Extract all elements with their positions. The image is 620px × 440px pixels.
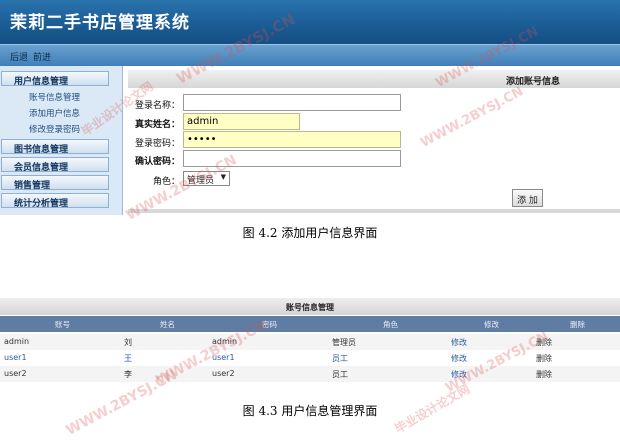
table-header: 账号 姓名 密码 角色 修改 删除 — [0, 316, 620, 332]
figure-caption-4-2: 图 4.2 添加用户信息界面 — [242, 226, 378, 240]
nav-bar: 后退 前进 — [0, 44, 620, 66]
edit-link[interactable]: 修改 — [451, 337, 467, 348]
table-row: admin 刘 admin 管理员 修改 删除 — [0, 334, 620, 350]
form-caption: 添加账号信息 — [128, 70, 620, 88]
table-row: user1 王 user1 员工 修改 删除 — [0, 350, 620, 366]
col-role: 角色 — [383, 320, 398, 329]
password-input[interactable] — [183, 131, 401, 148]
sidebar: 用户信息管理 账号信息管理 添加用户信息 修改登录密码 图书信息管理 会员信息管… — [0, 66, 123, 215]
menu-user-info[interactable]: 用户信息管理 — [1, 71, 109, 87]
cell-role: 管理员 — [332, 338, 356, 347]
login-name-input[interactable] — [183, 94, 401, 111]
confirm-password-input[interactable] — [183, 150, 401, 167]
table-row: user2 李 user2 员工 修改 删除 — [0, 366, 620, 382]
menu-sales[interactable]: 销售管理 — [1, 175, 109, 191]
cell-role: 员工 — [332, 354, 348, 363]
cell-name: 王 — [124, 354, 132, 363]
edit-link[interactable]: 修改 — [451, 353, 467, 364]
menu-item-add-user[interactable]: 添加用户信息 — [29, 107, 80, 119]
password-label: 登录密码： — [134, 139, 180, 149]
delete-link[interactable]: 删除 — [536, 369, 552, 380]
real-name-input[interactable] — [183, 113, 300, 130]
add-user-screenshot: 茉莉二手书店管理系统 后退 前进 用户信息管理 账号信息管理 添加用户信息 修改… — [0, 0, 620, 215]
menu-book-info[interactable]: 图书信息管理 — [1, 139, 109, 155]
cell-password: admin — [212, 337, 238, 346]
role-label: 角色： — [152, 177, 180, 187]
cell-account: user2 — [4, 369, 27, 378]
forward-link[interactable]: 前进 — [33, 50, 51, 63]
app-header: 茉莉二手书店管理系统 — [0, 0, 620, 44]
login-name-label: 登录名称： — [134, 101, 180, 111]
col-delete: 删除 — [570, 320, 585, 329]
menu-item-change-password[interactable]: 修改登录密码 — [29, 123, 80, 135]
add-account-form: 添加账号信息 登录名称： 真实姓名： 登录密码： 确认密码： 角色： 管理员 ▼… — [128, 66, 620, 215]
account-table-screenshot: 账号信息管理 账号 姓名 密码 角色 修改 删除 admin 刘 admin 管… — [0, 298, 620, 386]
cell-account: admin — [4, 337, 30, 346]
chevron-down-icon: ▼ — [220, 173, 226, 181]
real-name-label: 真实姓名： — [134, 120, 180, 130]
confirm-password-label: 确认密码： — [134, 157, 180, 167]
back-link[interactable]: 后退 — [10, 50, 28, 63]
col-edit: 修改 — [484, 320, 499, 329]
cell-name: 刘 — [124, 338, 132, 347]
cell-password: user1 — [212, 353, 235, 362]
role-select[interactable]: 管理员 ▼ — [183, 171, 230, 186]
form-bottom-border — [128, 209, 620, 213]
cell-password: user2 — [212, 369, 235, 378]
cell-role: 员工 — [332, 370, 348, 379]
delete-link[interactable]: 删除 — [536, 353, 552, 364]
col-name: 姓名 — [160, 320, 175, 329]
add-button[interactable]: 添 加 — [512, 189, 543, 207]
menu-item-account-management[interactable]: 账号信息管理 — [29, 91, 80, 103]
figure-caption-4-3: 图 4.3 用户信息管理界面 — [242, 404, 378, 418]
cell-account: user1 — [4, 353, 27, 362]
edit-link[interactable]: 修改 — [451, 369, 467, 380]
menu-statistics[interactable]: 统计分析管理 — [1, 193, 109, 209]
cell-name: 李 — [124, 370, 132, 379]
app-title: 茉莉二手书店管理系统 — [10, 13, 190, 33]
menu-member-info[interactable]: 会员信息管理 — [1, 157, 109, 173]
delete-link[interactable]: 删除 — [536, 337, 552, 348]
table-caption: 账号信息管理 — [0, 298, 620, 315]
role-select-value: 管理员 — [187, 176, 215, 186]
col-password: 密码 — [262, 320, 277, 329]
col-account: 账号 — [55, 320, 70, 329]
